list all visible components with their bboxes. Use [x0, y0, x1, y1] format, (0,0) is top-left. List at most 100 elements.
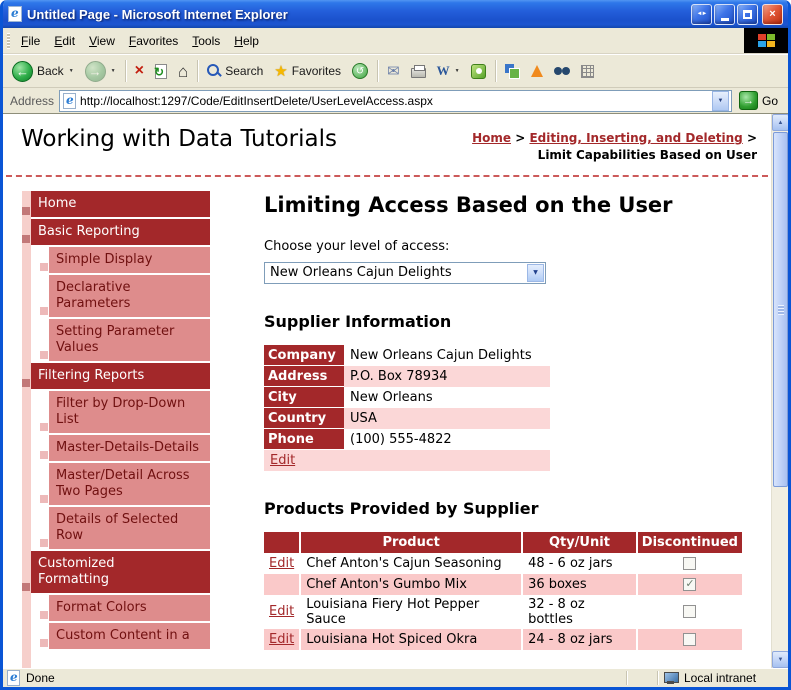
sidebar-strip — [22, 190, 31, 668]
sidebar-item-declarative-parameters[interactable]: Declarative Parameters — [40, 274, 210, 317]
messenger-button[interactable] — [466, 61, 491, 82]
access-level-label: Choose your level of access: — [264, 238, 450, 254]
menu-bar: File Edit View Favorites Tools Help — [3, 28, 788, 54]
scroll-up-button[interactable]: ▲ — [772, 114, 788, 131]
table-row: Chef Anton's Gumbo Mix 36 boxes — [264, 573, 742, 595]
back-label: Back — [37, 64, 64, 78]
menu-tools[interactable]: Tools — [185, 30, 227, 52]
sidebar-item-details-of-selected-row[interactable]: Details of Selected Row — [40, 506, 210, 549]
breadcrumb-link-section[interactable]: Editing, Inserting, and Deleting — [529, 131, 742, 145]
toolbar-separator — [377, 60, 379, 82]
home-icon: ⌂ — [177, 61, 189, 81]
product-name-cell: Louisiana Hot Spiced Okra — [299, 628, 523, 650]
table-row: City New Orleans — [264, 386, 550, 409]
minimize-button[interactable] — [714, 3, 735, 25]
sidebar-item-master-detail-across-two-pages[interactable]: Master/Detail Across Two Pages — [40, 462, 210, 505]
breadcrumb-link-home[interactable]: Home — [472, 131, 511, 145]
status-separator — [626, 671, 627, 685]
standard-buttons-toolbar: ← Back ▼ → ▼ × ↻ ⌂ Search ★ Favorites ↺ … — [3, 54, 788, 88]
sidebar-item-master-details-details[interactable]: Master-Details-Details — [40, 434, 210, 461]
refresh-button[interactable]: ↻ — [150, 61, 172, 82]
product-edit-cell: Edit — [264, 594, 301, 629]
back-icon: ← — [12, 60, 33, 82]
chevron-down-icon: ▼ — [454, 68, 460, 74]
supplier-edit-link[interactable]: Edit — [270, 453, 295, 468]
product-name-cell: Chef Anton's Cajun Seasoning — [299, 552, 523, 574]
product-edit-link[interactable]: Edit — [269, 556, 294, 571]
print-icon — [410, 64, 426, 78]
address-input[interactable] — [80, 93, 708, 108]
close-button[interactable]: × — [762, 3, 783, 25]
toolbar-extra-button-3[interactable] — [549, 64, 575, 79]
chevron-down-icon: ▼ — [110, 68, 116, 74]
menu-view[interactable]: View — [82, 30, 122, 52]
toolbar-extra-button-2[interactable] — [526, 62, 548, 80]
product-edit-link[interactable]: Edit — [269, 632, 294, 647]
table-row: Edit Louisiana Fiery Hot Pepper Sauce 32… — [264, 594, 742, 629]
supplier-table: Company New Orleans Cajun Delights Addre… — [264, 344, 550, 471]
sidebar-item-simple-display[interactable]: Simple Display — [40, 246, 210, 273]
menu-file[interactable]: File — [14, 30, 47, 52]
window-controls: ◄► × — [691, 3, 783, 25]
scroll-down-button[interactable]: ▼ — [772, 651, 788, 668]
access-level-dropdown[interactable]: New Orleans Cajun Delights ▼ — [264, 261, 546, 284]
address-box: ▼ — [59, 89, 732, 112]
toolbar-separator — [124, 60, 126, 82]
history-button[interactable]: ↺ — [347, 60, 373, 82]
product-discontinued-cell — [635, 594, 742, 629]
supplier-field-value: P.O. Box 78934 — [344, 365, 550, 387]
home-button[interactable]: ⌂ — [173, 60, 193, 83]
menu-edit[interactable]: Edit — [47, 30, 82, 52]
mail-button[interactable]: ✉ — [382, 61, 405, 82]
supplier-field-label: Company — [264, 344, 344, 367]
grid-icon — [580, 64, 594, 78]
sidebar-item-filtering-reports[interactable]: Filtering Reports — [22, 362, 210, 389]
sidebar-item-customized-formatting[interactable]: Customized Formatting — [22, 550, 210, 593]
supplier-field-value: New Orleans Cajun Delights — [344, 344, 550, 366]
refresh-icon: ↻ — [154, 63, 167, 79]
supplier-field-label: Address — [264, 365, 344, 388]
favorites-button[interactable]: ★ Favorites — [269, 61, 346, 82]
breadcrumb-current-page: Limit Capabilities Based on User — [537, 148, 757, 163]
go-label: Go — [761, 93, 778, 108]
products-table: Product Qty/Unit Discontinued Edit Chef … — [264, 531, 742, 650]
restore-arrows-button[interactable]: ◄► — [691, 3, 712, 25]
sidebar-item-custom-content[interactable]: Custom Content in a — [40, 622, 210, 649]
address-dropdown-button[interactable]: ▼ — [711, 90, 729, 111]
messenger-icon — [470, 63, 486, 79]
product-edit-link[interactable]: Edit — [269, 604, 294, 619]
page-icon — [63, 92, 77, 109]
stop-button[interactable]: × — [130, 60, 149, 82]
print-button[interactable] — [406, 62, 431, 81]
back-button[interactable]: ← Back ▼ — [7, 58, 79, 85]
scroll-thumb[interactable] — [773, 132, 788, 487]
search-button[interactable]: Search — [202, 61, 268, 81]
supplier-heading: Supplier Information — [264, 311, 452, 331]
edit-button[interactable]: W ▼ — [432, 60, 465, 82]
menu-help[interactable]: Help — [227, 30, 266, 52]
title-bar: Untitled Page - Microsoft Internet Explo… — [3, 0, 788, 28]
chevron-down-icon: ▼ — [68, 68, 74, 74]
status-text: Done — [26, 671, 55, 685]
toolbar-extra-button-4[interactable] — [576, 62, 599, 81]
sidebar-item-format-colors[interactable]: Format Colors — [40, 594, 210, 621]
go-button[interactable]: → Go — [737, 91, 784, 110]
toolbar-extra-button-1[interactable] — [500, 61, 525, 82]
forward-button[interactable]: → ▼ — [80, 58, 121, 85]
sidebar-item-filter-by-dropdown-list[interactable]: Filter by Drop-Down List — [40, 390, 210, 433]
status-bar: Done Local intranet — [3, 668, 788, 687]
search-icon — [207, 64, 221, 78]
history-icon: ↺ — [352, 63, 369, 79]
status-page-icon — [7, 670, 20, 686]
maximize-button[interactable] — [737, 3, 758, 25]
vertical-scrollbar[interactable]: ▲ ▼ — [771, 114, 788, 668]
product-discontinued-cell — [635, 628, 742, 650]
security-zone-pane: Local intranet — [662, 671, 784, 685]
sidebar-item-setting-parameter-values[interactable]: Setting Parameter Values — [40, 318, 210, 361]
sidebar-item-basic-reporting[interactable]: Basic Reporting — [22, 218, 210, 245]
product-name-cell: Louisiana Fiery Hot Pepper Sauce — [299, 594, 523, 629]
menu-favorites[interactable]: Favorites — [122, 30, 185, 52]
table-row: Address P.O. Box 78934 — [264, 365, 550, 388]
breadcrumb: Home > Editing, Inserting, and Deleting … — [427, 126, 757, 165]
sidebar-item-home[interactable]: Home — [22, 190, 210, 217]
